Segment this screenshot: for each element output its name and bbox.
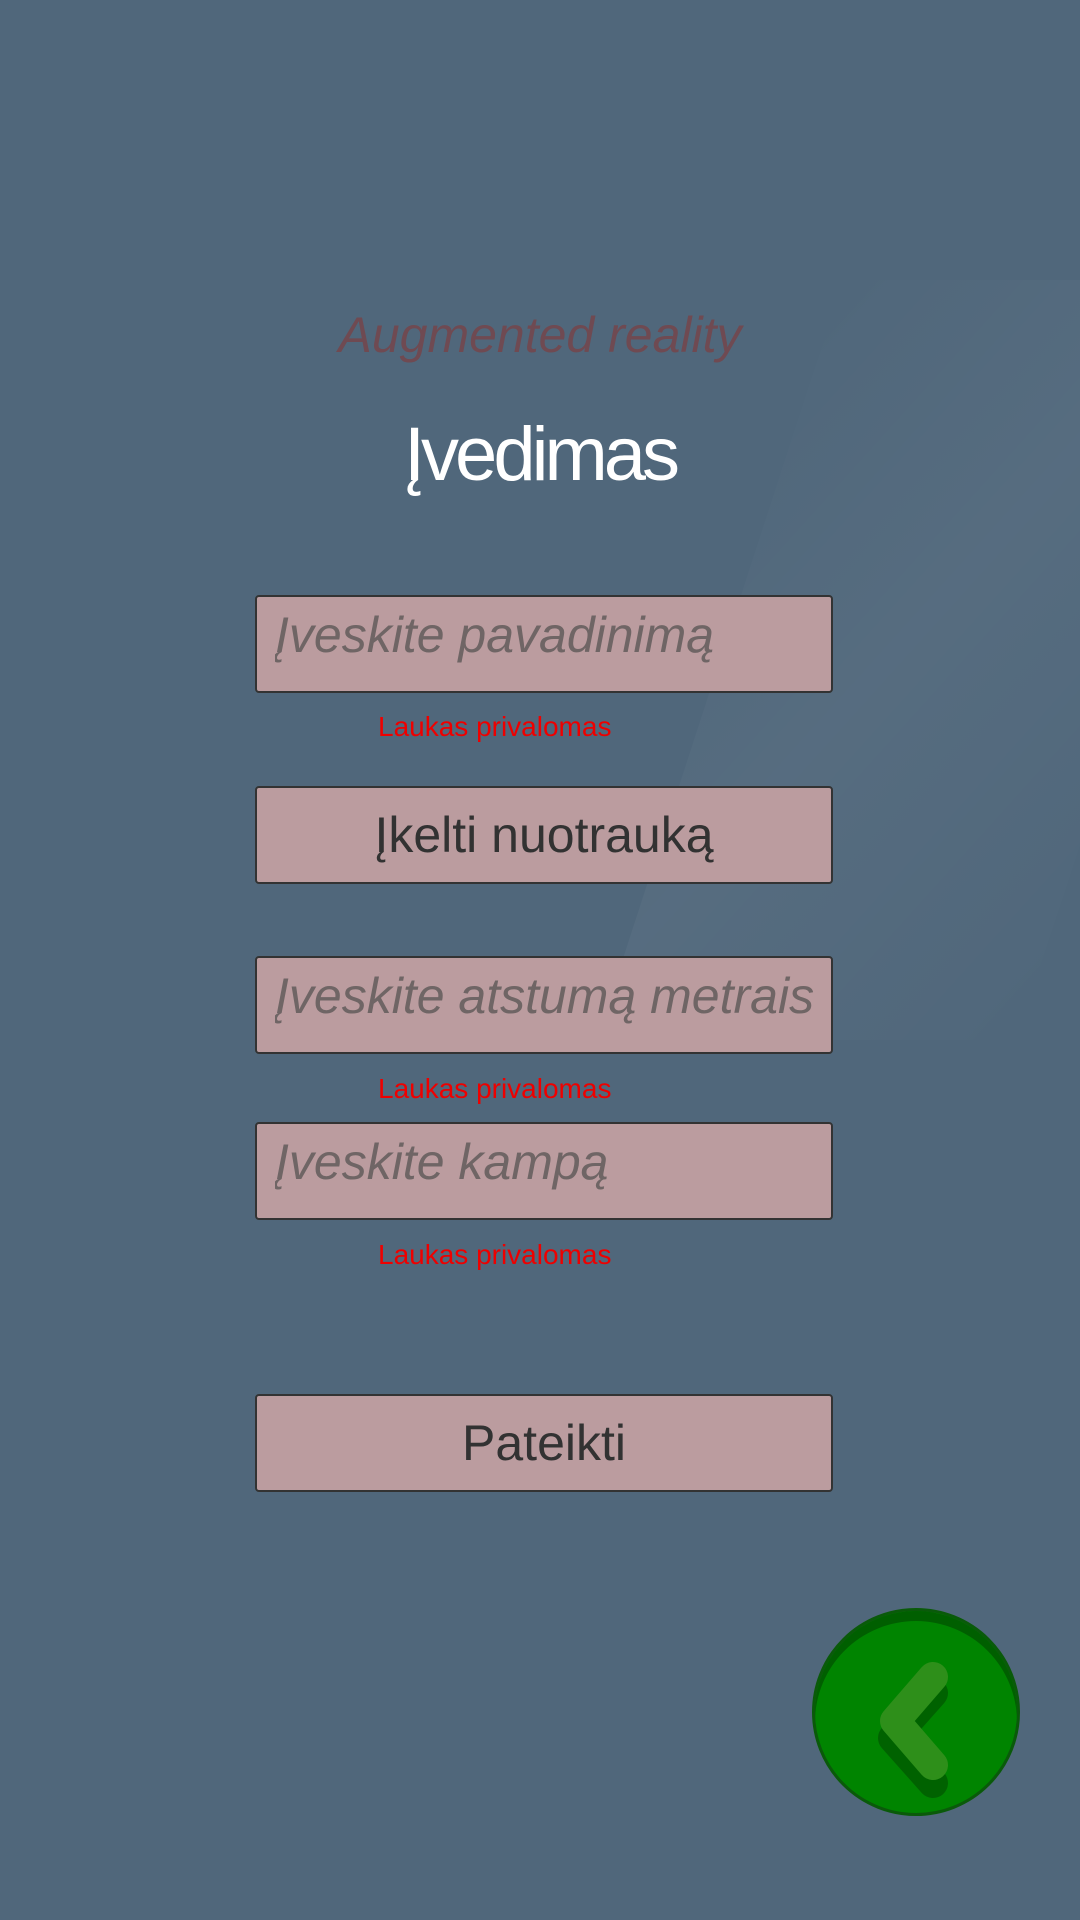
distance-error: Laukas privalomas	[378, 1073, 612, 1104]
upload-photo-button[interactable]: Įkelti nuotrauką	[255, 786, 833, 884]
chevron-left-icon	[878, 1662, 948, 1798]
back-button[interactable]	[812, 1608, 1020, 1816]
angle-error: Laukas privalomas	[378, 1239, 612, 1270]
angle-field[interactable]	[255, 1122, 833, 1220]
page-title: Įvedimas	[403, 412, 680, 497]
name-field[interactable]	[255, 595, 833, 693]
submit-button[interactable]: Pateikti	[255, 1394, 833, 1492]
distance-field[interactable]	[255, 956, 833, 1054]
name-input[interactable]	[257, 597, 831, 691]
distance-input[interactable]	[257, 958, 831, 1052]
angle-input[interactable]	[257, 1124, 831, 1218]
app-subtitle: Augmented reality	[338, 307, 742, 363]
name-error: Laukas privalomas	[378, 711, 612, 742]
